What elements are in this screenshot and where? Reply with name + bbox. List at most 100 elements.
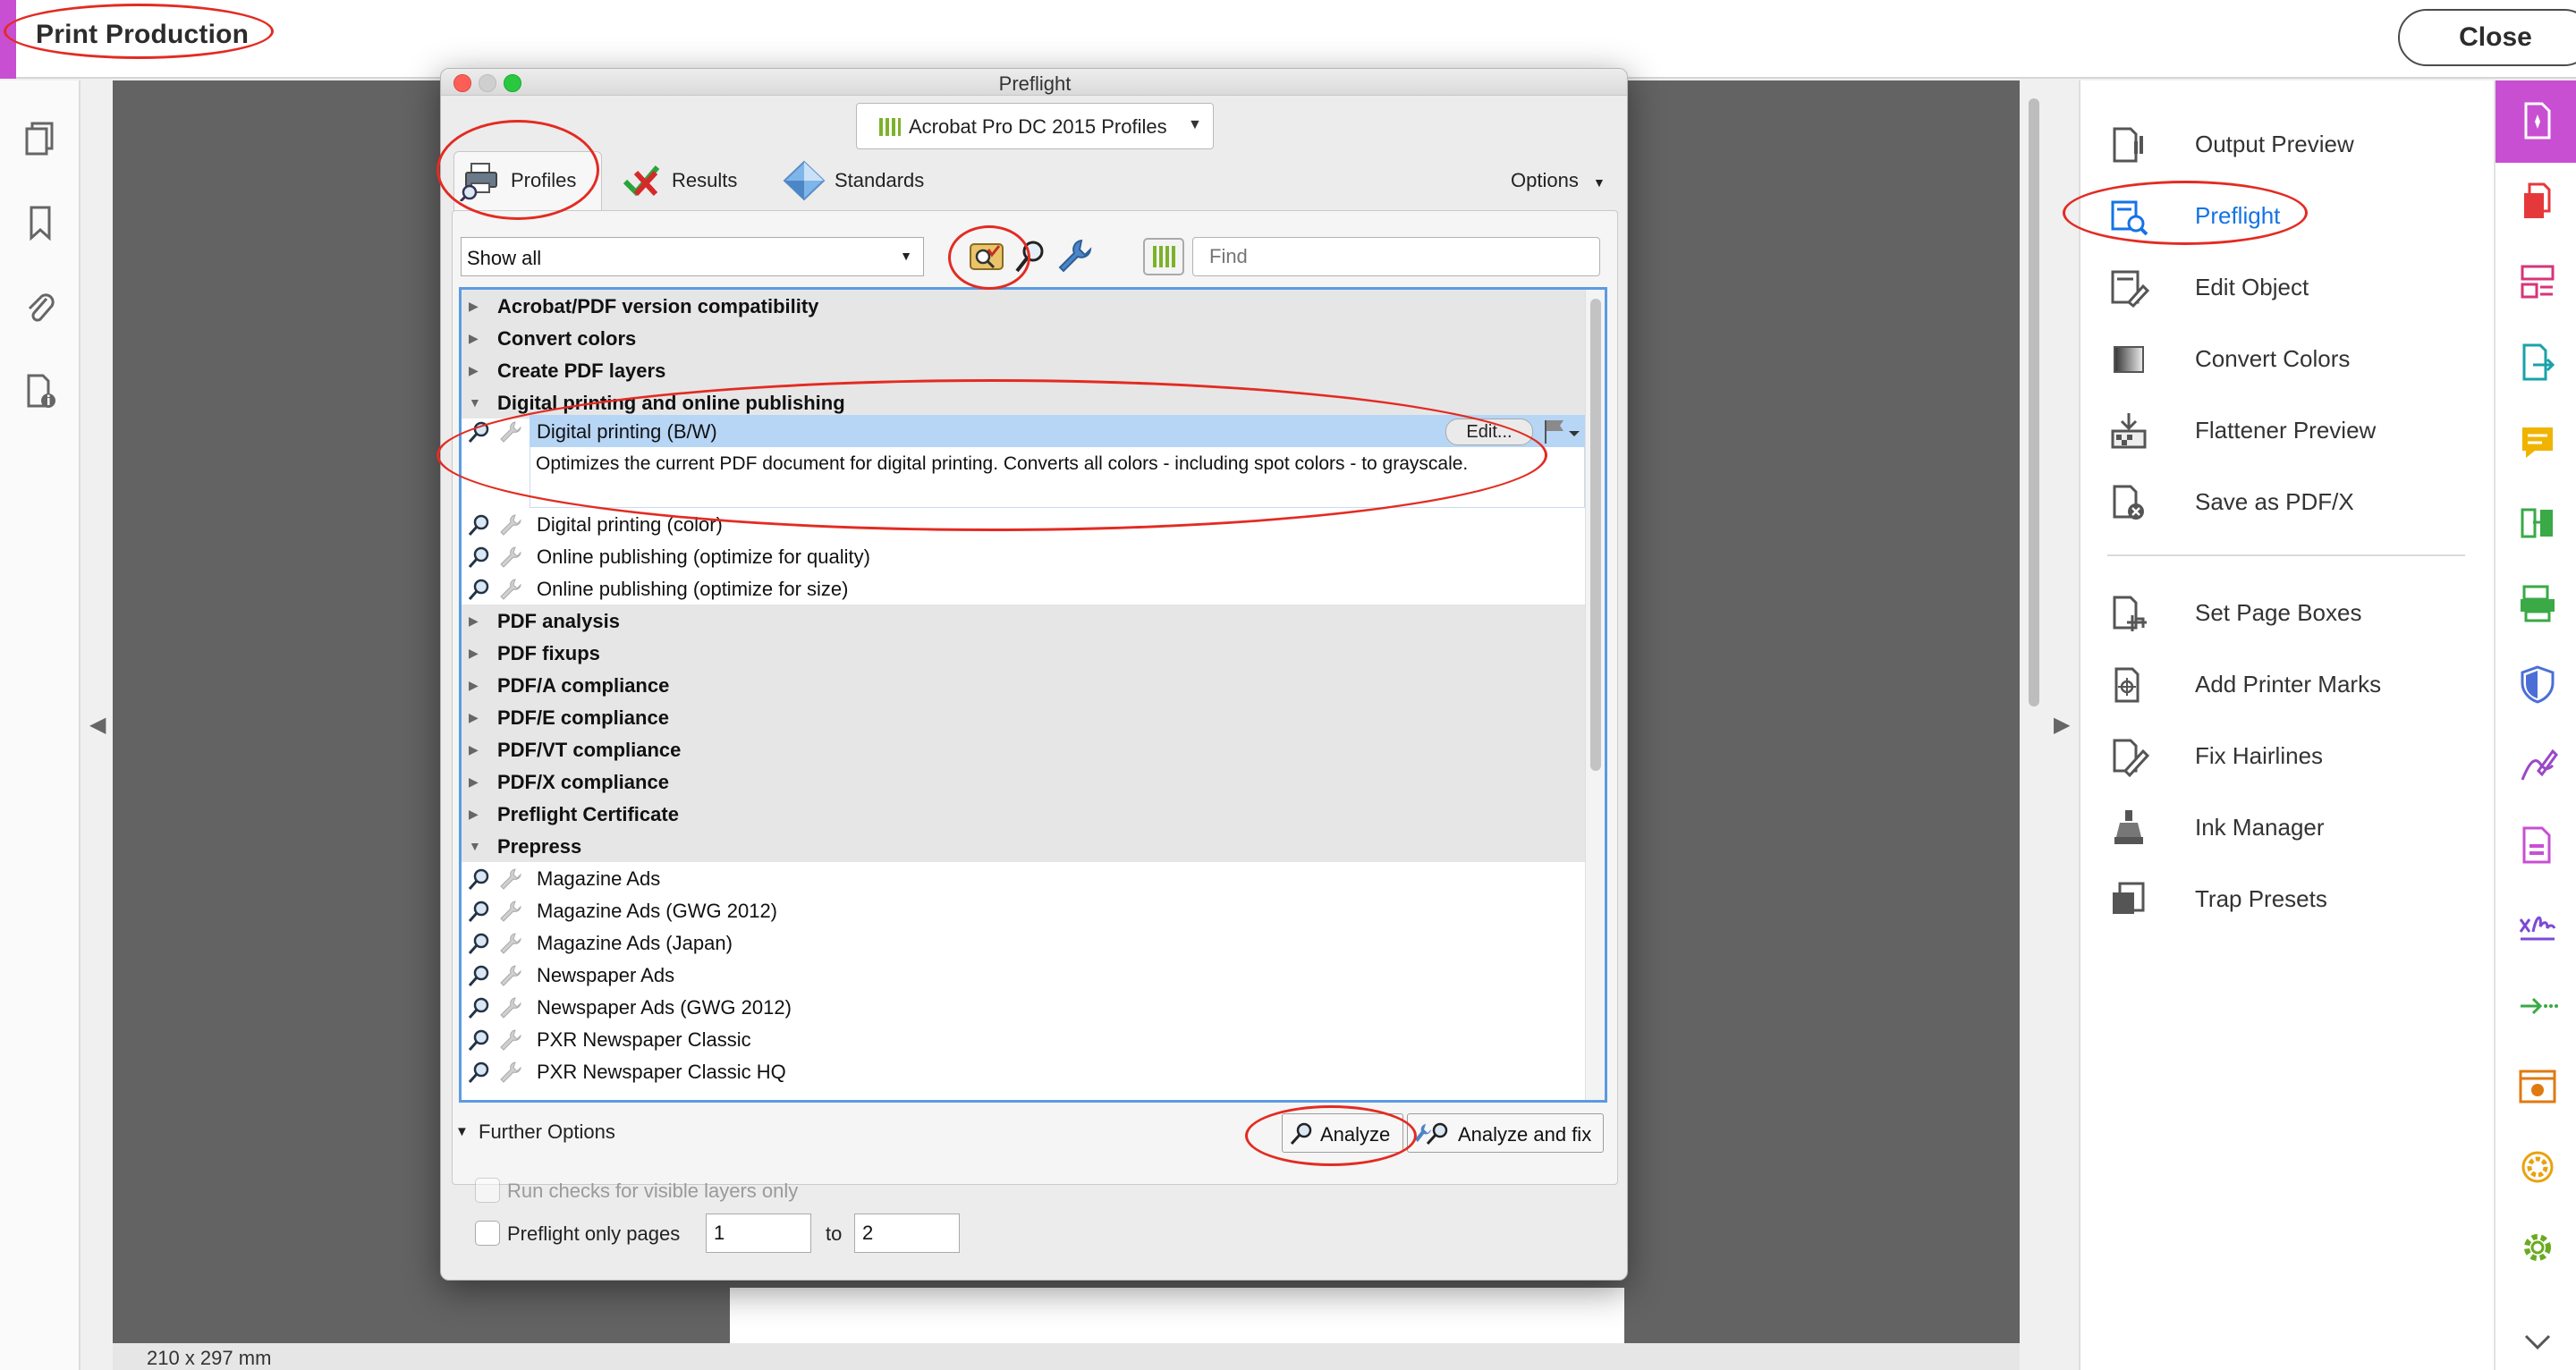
attachment-icon[interactable]: [20, 286, 61, 327]
tool-save-pdfx[interactable]: Save as PDF/X: [2107, 478, 2483, 528]
magnifier-icon[interactable]: [467, 577, 492, 602]
group-row[interactable]: ▼ Digital printing and online publishing: [462, 386, 1585, 419]
tool-ink-manager[interactable]: Ink Manager: [2107, 803, 2483, 853]
tools-gear-icon[interactable]: [2517, 1227, 2558, 1268]
filter-dropdown[interactable]: Show all ▼: [461, 237, 924, 276]
protect-icon[interactable]: [2517, 664, 2558, 705]
print-production-icon[interactable]: [2517, 100, 2558, 141]
wrench-icon[interactable]: [497, 899, 522, 924]
list-scrollbar-thumb[interactable]: [1590, 299, 1601, 771]
page-from-input[interactable]: [706, 1214, 811, 1253]
tool-edit-object[interactable]: Edit Object: [2107, 263, 2483, 313]
analyze-and-fix-button[interactable]: Analyze and fix: [1407, 1113, 1604, 1153]
group-row[interactable]: ▼ Prepress: [462, 830, 1585, 862]
wrench-icon[interactable]: [497, 419, 522, 444]
tool-set-page-boxes[interactable]: Set Page Boxes: [2107, 588, 2483, 638]
fill-sign-icon[interactable]: [2517, 744, 2558, 785]
wrench-icon[interactable]: [497, 577, 522, 602]
wrench-icon[interactable]: [497, 963, 522, 988]
magnifier-icon[interactable]: [467, 899, 492, 924]
collapse-left-icon[interactable]: ◀: [89, 712, 106, 738]
document-info-icon[interactable]: [20, 370, 61, 411]
profile-row[interactable]: Newspaper Ads (GWG 2012): [462, 991, 1585, 1023]
page-to-input[interactable]: [854, 1214, 960, 1253]
group-row[interactable]: ▶ Acrobat/PDF version compatibility: [462, 290, 1585, 322]
tab-results[interactable]: Results: [620, 155, 754, 205]
create-pdf-icon[interactable]: [2517, 181, 2558, 222]
organize-pages-icon[interactable]: [2517, 261, 2558, 302]
analyze-button[interactable]: Analyze: [1282, 1113, 1403, 1153]
action-wizard-icon[interactable]: [2517, 1066, 2558, 1107]
send-track-icon[interactable]: [2517, 985, 2558, 1027]
magnifier-icon[interactable]: [467, 545, 492, 570]
profile-row[interactable]: Magazine Ads: [462, 862, 1585, 894]
wrench-icon[interactable]: [497, 931, 522, 956]
profile-row[interactable]: PXR Newspaper Classic: [462, 1023, 1585, 1055]
group-row[interactable]: ▶ PDF/A compliance: [462, 669, 1585, 701]
group-row[interactable]: ▶ PDF fixups: [462, 637, 1585, 669]
pages-only-checkbox[interactable]: [475, 1221, 500, 1246]
profile-row[interactable]: Online publishing (optimize for size): [462, 572, 1585, 605]
library-icon[interactable]: [1142, 235, 1185, 278]
magnifier-icon[interactable]: [467, 1060, 492, 1085]
magnifier-icon[interactable]: [467, 1028, 492, 1053]
expand-triangle-icon[interactable]: ▶: [469, 678, 479, 693]
export-pdf-icon[interactable]: [2517, 342, 2558, 383]
magnifier-icon[interactable]: [467, 512, 492, 537]
profile-row[interactable]: PXR Newspaper Classic HQ: [462, 1055, 1585, 1087]
expand-triangle-icon[interactable]: ▶: [469, 331, 479, 346]
scan-enhance-icon[interactable]: [2517, 583, 2558, 624]
profile-set-dropdown[interactable]: Acrobat Pro DC 2015 Profiles ▼: [856, 103, 1214, 149]
group-row[interactable]: ▶ PDF/X compliance: [462, 765, 1585, 798]
chevron-down-icon[interactable]: [2517, 1322, 2558, 1363]
collapse-triangle-icon[interactable]: ▼: [469, 839, 481, 853]
group-row[interactable]: ▶ PDF/VT compliance: [462, 733, 1585, 765]
expand-triangle-icon[interactable]: ▶: [469, 299, 479, 314]
wrench-icon[interactable]: [497, 1060, 522, 1085]
tool-flattener-preview[interactable]: Flattener Preview: [2107, 406, 2483, 456]
compare-files-icon[interactable]: [2517, 503, 2558, 544]
close-button[interactable]: Close: [2398, 9, 2576, 66]
edit-profile-button[interactable]: Edit...: [1445, 419, 1533, 445]
select-single-checks-icon[interactable]: [965, 235, 1008, 278]
wrench-icon[interactable]: [497, 867, 522, 892]
profile-row[interactable]: Digital printing (color): [462, 508, 1585, 540]
profile-row[interactable]: Magazine Ads (Japan): [462, 926, 1585, 959]
magnifier-icon[interactable]: [467, 963, 492, 988]
expand-triangle-icon[interactable]: ▶: [469, 710, 479, 725]
tool-fix-hairlines[interactable]: Fix Hairlines: [2107, 732, 2483, 782]
expand-triangle-icon[interactable]: ▶: [469, 613, 479, 629]
wrench-icon[interactable]: [497, 545, 522, 570]
wrench-icon[interactable]: [497, 1028, 522, 1053]
group-row[interactable]: ▶ Create PDF layers: [462, 354, 1585, 386]
comment-icon[interactable]: [2517, 422, 2558, 463]
send-for-signature-icon[interactable]: [2517, 905, 2558, 946]
group-row[interactable]: ▶ Preflight Certificate: [462, 798, 1585, 830]
tab-standards[interactable]: Standards: [783, 155, 953, 205]
group-row[interactable]: ▶ PDF analysis: [462, 605, 1585, 637]
expand-triangle-icon[interactable]: ▶: [469, 742, 479, 757]
collapse-right-icon[interactable]: ▶: [2054, 712, 2070, 738]
tool-add-printer-marks[interactable]: Add Printer Marks: [2107, 660, 2483, 710]
prepare-form-icon[interactable]: [2517, 825, 2558, 866]
bookmark-icon[interactable]: [20, 202, 61, 243]
flag-icon[interactable]: [1540, 417, 1581, 445]
find-input[interactable]: [1192, 237, 1600, 276]
expand-triangle-icon[interactable]: ▶: [469, 774, 479, 790]
canvas-scrollbar[interactable]: [2029, 98, 2039, 706]
magnifier-icon[interactable]: [467, 419, 492, 444]
magnifier-icon[interactable]: [467, 931, 492, 956]
profile-row[interactable]: Newspaper Ads: [462, 959, 1585, 991]
tool-convert-colors[interactable]: Convert Colors: [2107, 334, 2483, 385]
optimize-gear-icon[interactable]: [2517, 1146, 2558, 1188]
group-row[interactable]: ▶ Convert colors: [462, 322, 1585, 354]
visible-layers-checkbox[interactable]: [475, 1178, 500, 1203]
tool-preflight[interactable]: Preflight: [2107, 191, 2483, 241]
magnifier-icon[interactable]: [1010, 235, 1053, 278]
group-row[interactable]: ▶ PDF/E compliance: [462, 701, 1585, 733]
wrench-icon[interactable]: [497, 995, 522, 1020]
expand-triangle-icon[interactable]: ▶: [469, 807, 479, 822]
wrench-icon[interactable]: [497, 512, 522, 537]
collapse-triangle-icon[interactable]: ▼: [469, 395, 481, 410]
expand-triangle-icon[interactable]: ▶: [469, 363, 479, 378]
